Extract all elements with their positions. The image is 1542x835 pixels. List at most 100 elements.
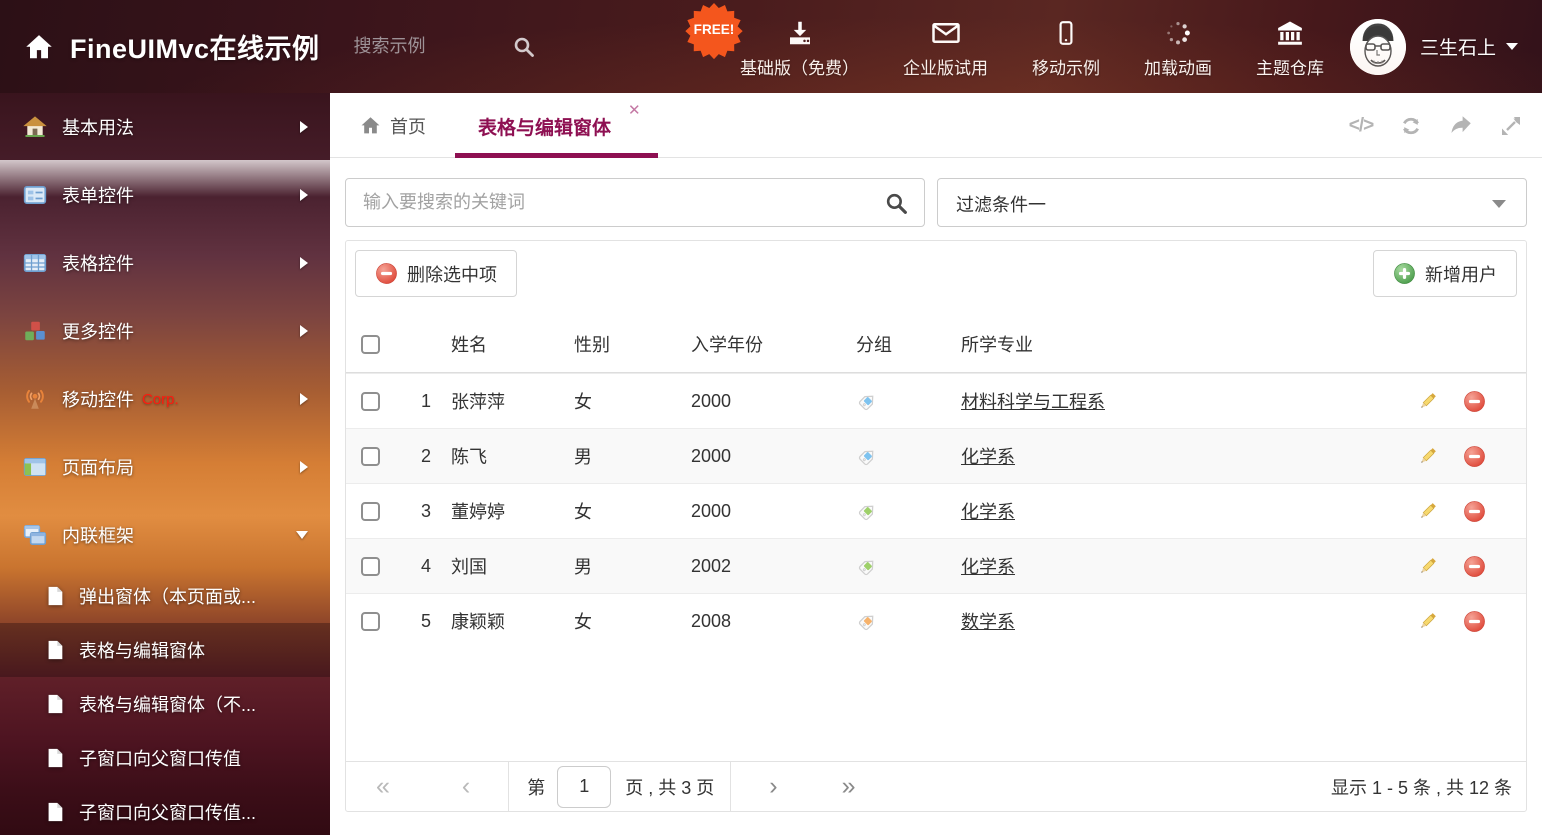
sidebar-item-label: 移动控件: [62, 386, 134, 412]
corp-badge: Corp.: [142, 391, 179, 408]
nav-mobile-demo[interactable]: 移动示例: [1010, 14, 1122, 79]
delete-selected-button[interactable]: 删除选中项: [355, 250, 517, 297]
open-in-new-icon[interactable]: [1448, 113, 1474, 139]
table-row[interactable]: 1 张萍萍 女 2000 材料科学与工程系: [346, 373, 1526, 428]
delete-row-icon[interactable]: [1463, 445, 1486, 468]
data-grid: 姓名 性别 入学年份 分组 所学专业 1 张萍萍 女 2000 材料科学与工程系: [346, 316, 1526, 648]
row-checkbox[interactable]: [361, 612, 380, 631]
mobile-icon: [1053, 14, 1079, 48]
header-group[interactable]: 分组: [856, 331, 961, 357]
edit-icon[interactable]: [1416, 500, 1439, 523]
edit-icon[interactable]: [1416, 390, 1439, 413]
row-index: 4: [401, 556, 451, 577]
add-user-button[interactable]: 新增用户: [1373, 250, 1517, 297]
table-row[interactable]: 3 董婷婷 女 2000 化学系: [346, 483, 1526, 538]
cell-gender: 女: [574, 498, 691, 524]
view-source-icon[interactable]: </>: [1348, 113, 1374, 139]
refresh-icon[interactable]: [1398, 113, 1424, 139]
delete-row-icon[interactable]: [1463, 500, 1486, 523]
sidebar-item-page-layout[interactable]: 页面布局: [0, 433, 330, 501]
delete-row-icon[interactable]: [1463, 555, 1486, 578]
major-link[interactable]: 材料科学与工程系: [961, 392, 1105, 412]
sidebar-subitem-child-to-parent-2[interactable]: 子窗口向父窗口传值...: [0, 785, 330, 835]
sidebar-subitem-grid-edit-window[interactable]: 表格与编辑窗体: [0, 623, 330, 677]
major-link[interactable]: 数学系: [961, 612, 1015, 632]
header-name[interactable]: 姓名: [451, 331, 574, 357]
delete-row-icon[interactable]: [1463, 610, 1486, 633]
sidebar-item-more-controls[interactable]: 更多控件: [0, 297, 330, 365]
cell-year: 2002: [691, 556, 856, 577]
tab-home[interactable]: 首页: [360, 93, 426, 158]
tag-green-icon: [856, 555, 879, 578]
sidebar-subitem-label: 子窗口向父窗口传值...: [79, 799, 256, 825]
header-gender[interactable]: 性别: [574, 331, 691, 357]
sidebar-subitem-grid-edit-window-2[interactable]: 表格与编辑窗体（不...: [0, 677, 330, 731]
page-icon: [44, 585, 66, 607]
sidebar-subitem-child-to-parent[interactable]: 子窗口向父窗口传值: [0, 731, 330, 785]
last-page-button[interactable]: »: [842, 774, 856, 799]
cell-name: 董婷婷: [451, 498, 574, 524]
table-row[interactable]: 2 陈飞 男 2000 化学系: [346, 428, 1526, 483]
page-number-input[interactable]: [557, 766, 611, 808]
prev-page-button[interactable]: ‹: [462, 774, 470, 799]
delete-row-icon[interactable]: [1463, 390, 1486, 413]
sidebar-subitem-popup-window[interactable]: 弹出窗体（本页面或...: [0, 569, 330, 623]
user-menu[interactable]: 三生石上: [1350, 0, 1518, 93]
table-row[interactable]: 5 康颖颖 女 2008 数学系: [346, 593, 1526, 648]
header-major[interactable]: 所学专业: [961, 331, 1416, 357]
cell-gender: 男: [574, 553, 691, 579]
tab-active-label: 表格与编辑窗体: [478, 113, 611, 140]
keyword-search-box: [345, 178, 925, 227]
sidebar-item-grid-controls[interactable]: 表格控件: [0, 229, 330, 297]
search-icon[interactable]: [884, 191, 909, 216]
table-row[interactable]: 4 刘国 男 2002 化学系: [346, 538, 1526, 593]
major-link[interactable]: 化学系: [961, 557, 1015, 577]
row-index: 3: [401, 501, 451, 522]
chevron-right-icon: [300, 121, 308, 133]
first-page-button[interactable]: «: [376, 774, 390, 799]
sidebar-item-label: 表格控件: [62, 250, 134, 276]
nav-label: 企业版试用: [903, 54, 988, 79]
nav-enterprise-trial[interactable]: 企业版试用: [881, 14, 1010, 79]
chevron-right-icon: [300, 325, 308, 337]
keyword-search-input[interactable]: [346, 179, 924, 226]
row-checkbox[interactable]: [361, 392, 380, 411]
header-year[interactable]: 入学年份: [691, 331, 856, 357]
user-caret-icon: [1506, 43, 1518, 50]
sidebar-item-iframe[interactable]: 内联框架: [0, 501, 330, 569]
tab-grid-edit-window[interactable]: 表格与编辑窗体 ✕: [455, 93, 658, 158]
row-checkbox[interactable]: [361, 557, 380, 576]
select-all-checkbox[interactable]: [361, 335, 380, 354]
tag-blue-icon: [856, 445, 879, 468]
nav-theme-repo[interactable]: 主题仓库: [1234, 14, 1346, 79]
fullscreen-icon[interactable]: [1498, 113, 1524, 139]
sidebar-item-mobile-controls[interactable]: 移动控件 Corp.: [0, 365, 330, 433]
next-page-button[interactable]: ›: [769, 774, 777, 799]
row-checkbox[interactable]: [361, 502, 380, 521]
cell-year: 2000: [691, 391, 856, 412]
nav-loading-animation[interactable]: 加载动画: [1122, 14, 1234, 79]
header-search-input[interactable]: [354, 36, 504, 57]
page-icon: [44, 639, 66, 661]
edit-icon[interactable]: [1416, 555, 1439, 578]
home-tab-icon: [360, 115, 381, 136]
header-search-icon[interactable]: [512, 35, 536, 59]
row-checkbox[interactable]: [361, 447, 380, 466]
edit-icon[interactable]: [1416, 445, 1439, 468]
sidebar-subitem-label: 子窗口向父窗口传值: [79, 745, 241, 771]
edit-icon[interactable]: [1416, 610, 1439, 633]
layout-icon: [22, 454, 48, 480]
filter-dropdown[interactable]: 过滤条件一: [937, 178, 1527, 227]
cell-year: 2000: [691, 501, 856, 522]
sidebar-subitem-label: 弹出窗体（本页面或...: [79, 583, 256, 609]
major-link[interactable]: 化学系: [961, 447, 1015, 467]
sidebar-item-form-controls[interactable]: 表单控件: [0, 161, 330, 229]
pager-divider: [508, 762, 509, 811]
add-user-label: 新增用户: [1425, 261, 1497, 287]
free-badge: FREE!: [683, 2, 745, 64]
tab-close-icon[interactable]: ✕: [628, 103, 641, 118]
sidebar-item-basic-usage[interactable]: 基本用法: [0, 93, 330, 161]
brand-home-icon[interactable]: [24, 32, 54, 62]
row-index: 5: [401, 611, 451, 632]
major-link[interactable]: 化学系: [961, 502, 1015, 522]
